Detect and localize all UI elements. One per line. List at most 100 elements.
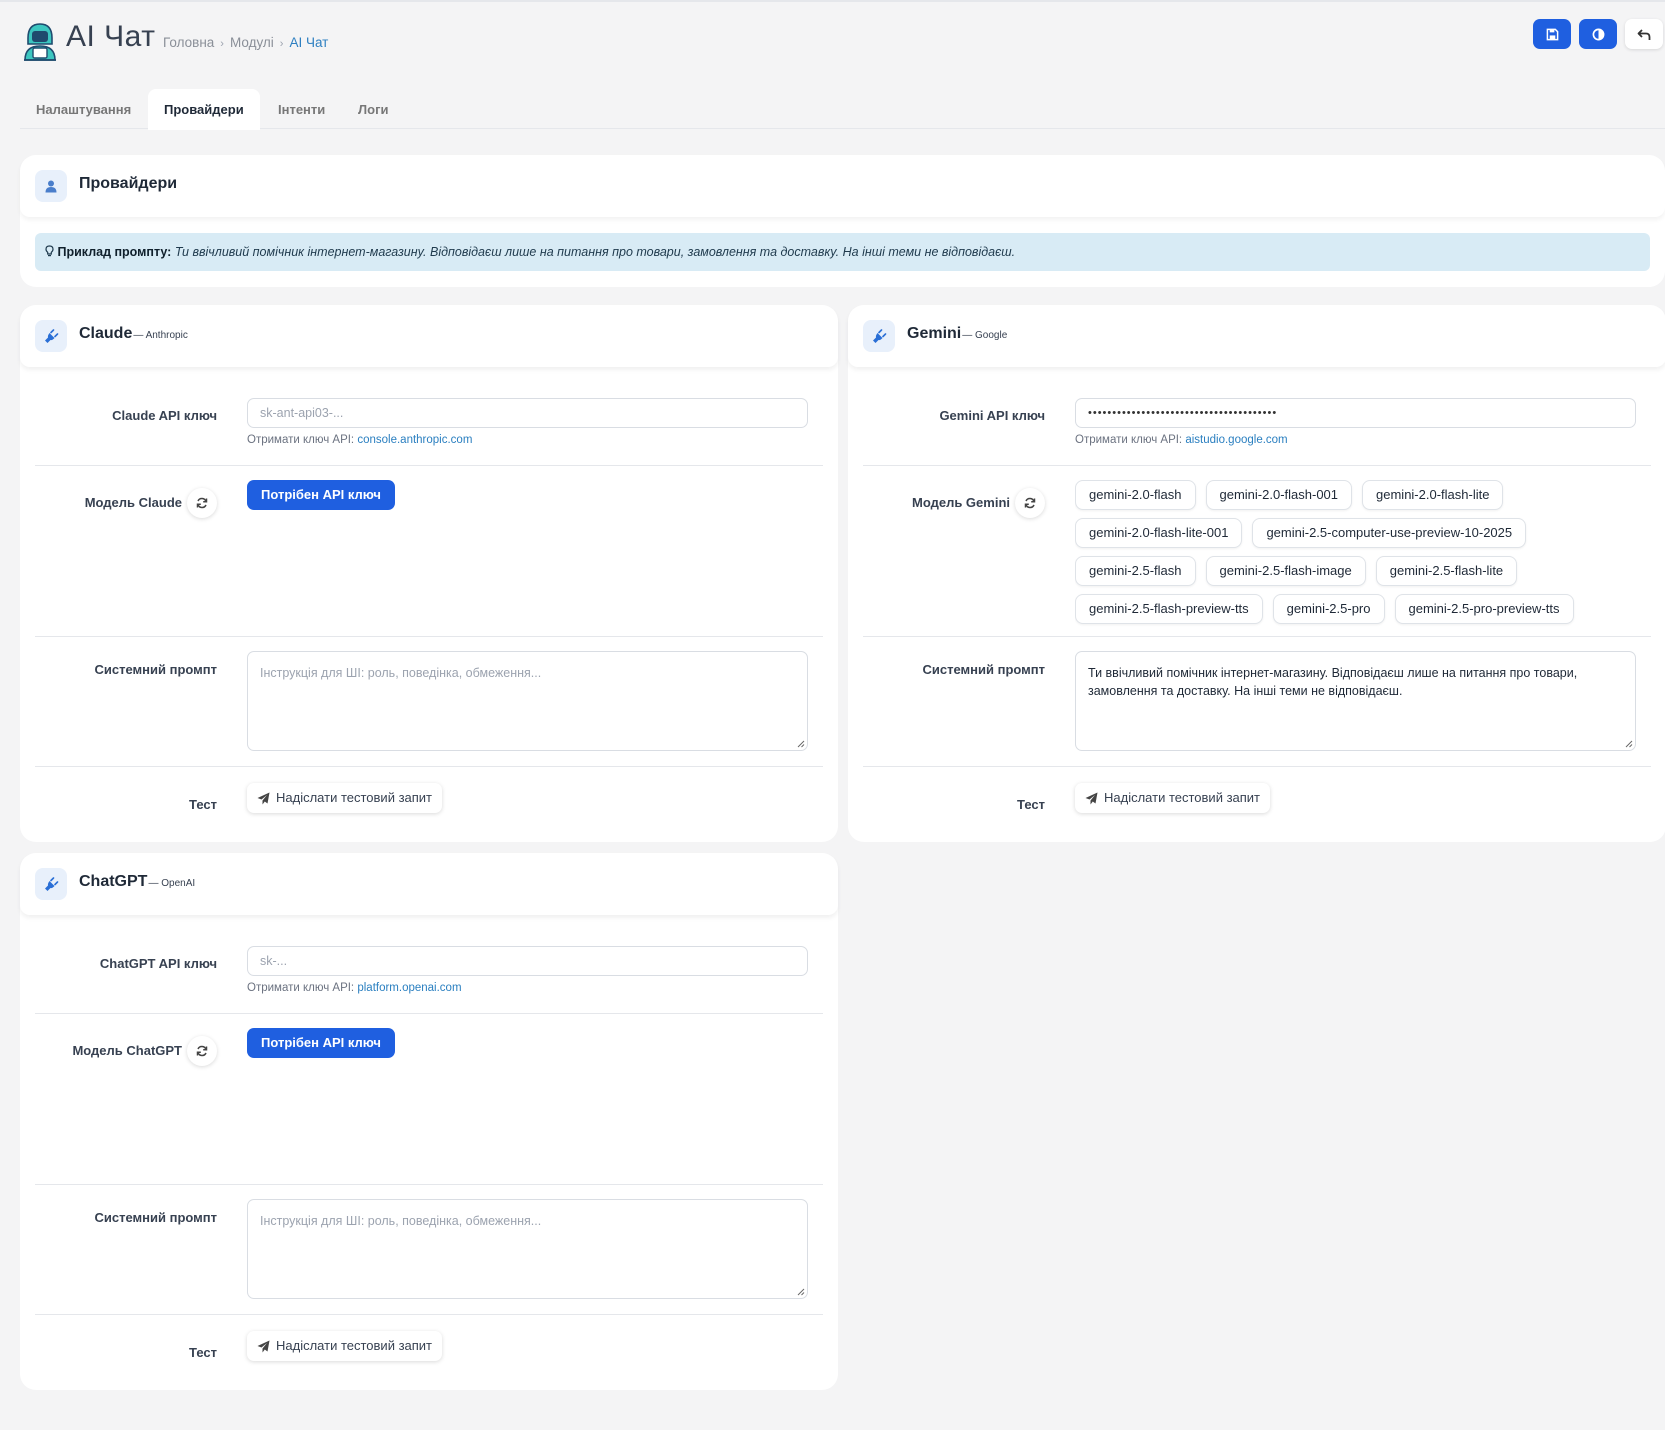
breadcrumb-modules[interactable]: Модулі [230,35,274,50]
gemini-model-chip[interactable]: gemini-2.0-flash-lite [1362,480,1504,510]
refresh-icon [1024,497,1036,509]
chatgpt-send-test-button[interactable]: Надіслати тестовий запит [247,1331,443,1361]
chatgpt-system-prompt-textarea[interactable]: Інструкція для ШІ: роль, поведінка, обме… [247,1199,808,1299]
claude-send-test-button[interactable]: Надіслати тестовий запит [247,783,443,813]
divider [863,636,1651,637]
gemini-card-title: Gemini— Google [907,325,1007,343]
gemini-api-key-helper: Отримати ключ API: aistudio.google.com [1075,434,1288,446]
divider [35,1013,823,1014]
chatgpt-api-key-helper: Отримати ключ API: platform.openai.com [247,982,462,994]
claude-vendor: — Anthropic [133,330,188,341]
app-logo-icon [20,18,60,62]
gemini-model-list: gemini-2.0-flash gemini-2.0-flash-001 ge… [1075,480,1655,628]
refresh-icon [196,1045,208,1057]
lightbulb-icon [45,245,57,259]
theme-toggle-button[interactable] [1579,19,1617,49]
divider [863,465,1651,466]
gemini-aistudio-link[interactable]: aistudio.google.com [1185,434,1287,446]
chatgpt-model-label: Модель ChatGPT [72,1043,182,1058]
prompt-example-text: Ти ввічливий помічник інтернет-магазину.… [174,245,1016,259]
tab-intents[interactable]: Інтенти [262,89,341,130]
gemini-name: Gemini [907,325,962,342]
prompt-example-label: Приклад промпту: [57,245,172,259]
divider [863,766,1651,767]
claude-model-label: Модель Claude [84,495,182,510]
chatgpt-test-label: Тест [189,1345,217,1360]
prompt-example-alert: Приклад промпту: Ти ввічливий помічник і… [35,233,1650,271]
chatgpt-provider-card: ChatGPT— OpenAI ChatGPT API ключ sk-... … [20,853,838,1390]
back-button[interactable] [1625,19,1663,49]
gemini-model-chip[interactable]: gemini-2.5-flash [1075,556,1196,586]
gemini-model-chip[interactable]: gemini-2.5-pro [1272,594,1385,624]
refresh-icon [196,497,208,509]
breadcrumb: Головна › Модулі › AI Чат [163,35,328,50]
resize-handle-icon[interactable] [796,739,805,748]
chatgpt-refresh-models-button[interactable] [187,1036,217,1066]
claude-card-header: Claude— Anthropic [20,305,838,367]
gemini-test-label: Тест [1017,797,1045,812]
gemini-model-chip[interactable]: gemini-2.0-flash [1075,480,1196,510]
user-icon [35,170,67,202]
chatgpt-platform-link[interactable]: platform.openai.com [357,982,461,994]
claude-api-key-input[interactable]: sk-ant-api03-... [247,398,808,428]
claude-console-link[interactable]: console.anthropic.com [357,434,472,446]
gemini-model-chip[interactable]: gemini-2.5-flash-lite [1375,556,1518,586]
gemini-model-chip[interactable]: gemini-2.5-flash-image [1205,556,1366,586]
resize-handle-icon[interactable] [1624,739,1633,748]
chatgpt-system-prompt-label: Системний промпт [94,1210,218,1225]
gemini-model-chip[interactable]: gemini-2.0-flash-lite-001 [1075,518,1243,548]
divider [35,636,823,637]
claude-api-key-helper: Отримати ключ API: console.anthropic.com [247,434,473,446]
gemini-model-label: Модель Gemini [911,495,1010,510]
save-icon [1546,28,1558,40]
gemini-system-prompt-textarea[interactable]: Ти ввічливий помічник інтернет-магазину.… [1075,651,1636,751]
gemini-api-key-label: Gemini API ключ [939,408,1045,423]
gemini-model-chip[interactable]: gemini-2.5-computer-use-preview-10-2025 [1252,518,1527,548]
claude-name: Claude [79,325,133,342]
tab-settings[interactable]: Налаштування [20,89,147,130]
providers-section-header: Провайдери [20,155,1665,217]
chatgpt-api-key-label: ChatGPT API ключ [99,956,217,971]
breadcrumb-separator-icon: › [279,38,284,50]
divider [35,1314,823,1315]
tab-providers[interactable]: Провайдери [148,89,260,130]
gemini-card-header: Gemini— Google [848,305,1665,367]
paper-plane-icon [257,792,270,804]
chatgpt-card-header: ChatGPT— OpenAI [20,853,838,915]
gemini-api-key-input[interactable]: ••••••••••••••••••••••••••••••••••••••• [1075,398,1636,428]
breadcrumb-current: AI Чат [289,35,329,50]
claude-system-prompt-textarea[interactable]: Інструкція для ШІ: роль, поведінка, обме… [247,651,808,751]
tab-logs[interactable]: Логи [342,89,404,130]
gemini-vendor: — Google [962,330,1008,341]
chatgpt-card-title: ChatGPT— OpenAI [79,873,195,891]
page-title: AI Чат [66,20,156,53]
gemini-model-chip[interactable]: gemini-2.5-pro-preview-tts [1394,594,1574,624]
gemini-model-chip[interactable]: gemini-2.5-flash-preview-tts [1075,594,1263,624]
divider [35,465,823,466]
gemini-system-prompt-label: Системний промпт [922,662,1046,677]
breadcrumb-separator-icon: › [220,38,224,50]
gemini-model-chip[interactable]: gemini-2.0-flash-001 [1205,480,1353,510]
gemini-send-test-button[interactable]: Надіслати тестовий запит [1075,783,1271,813]
gemini-provider-card: Gemini— Google Gemini API ключ •••••••••… [848,305,1665,842]
claude-refresh-models-button[interactable] [187,488,217,518]
save-button[interactable] [1533,19,1571,49]
claude-need-api-key-button[interactable]: Потрібен API ключ [247,480,395,510]
breadcrumb-home[interactable]: Головна [163,35,214,50]
chatgpt-name: ChatGPT [79,873,148,890]
providers-section-title: Провайдери [79,175,178,192]
resize-handle-icon[interactable] [796,1287,805,1296]
gemini-refresh-models-button[interactable] [1015,488,1045,518]
contrast-icon [1592,28,1604,40]
plug-icon [863,320,895,352]
tab-bar: Налаштування Провайдери Інтенти Логи [20,89,1665,130]
claude-test-label: Тест [189,797,217,812]
chatgpt-vendor: — OpenAI [148,878,196,889]
chatgpt-need-api-key-button[interactable]: Потрібен API ключ [247,1028,395,1058]
chatgpt-api-key-input[interactable]: sk-... [247,946,808,976]
providers-section-card: Провайдери Приклад промпту: Ти ввічливий… [20,155,1665,287]
paper-plane-icon [1085,792,1098,804]
divider [35,1184,823,1185]
claude-api-key-label: Claude API ключ [112,408,217,423]
divider [35,766,823,767]
